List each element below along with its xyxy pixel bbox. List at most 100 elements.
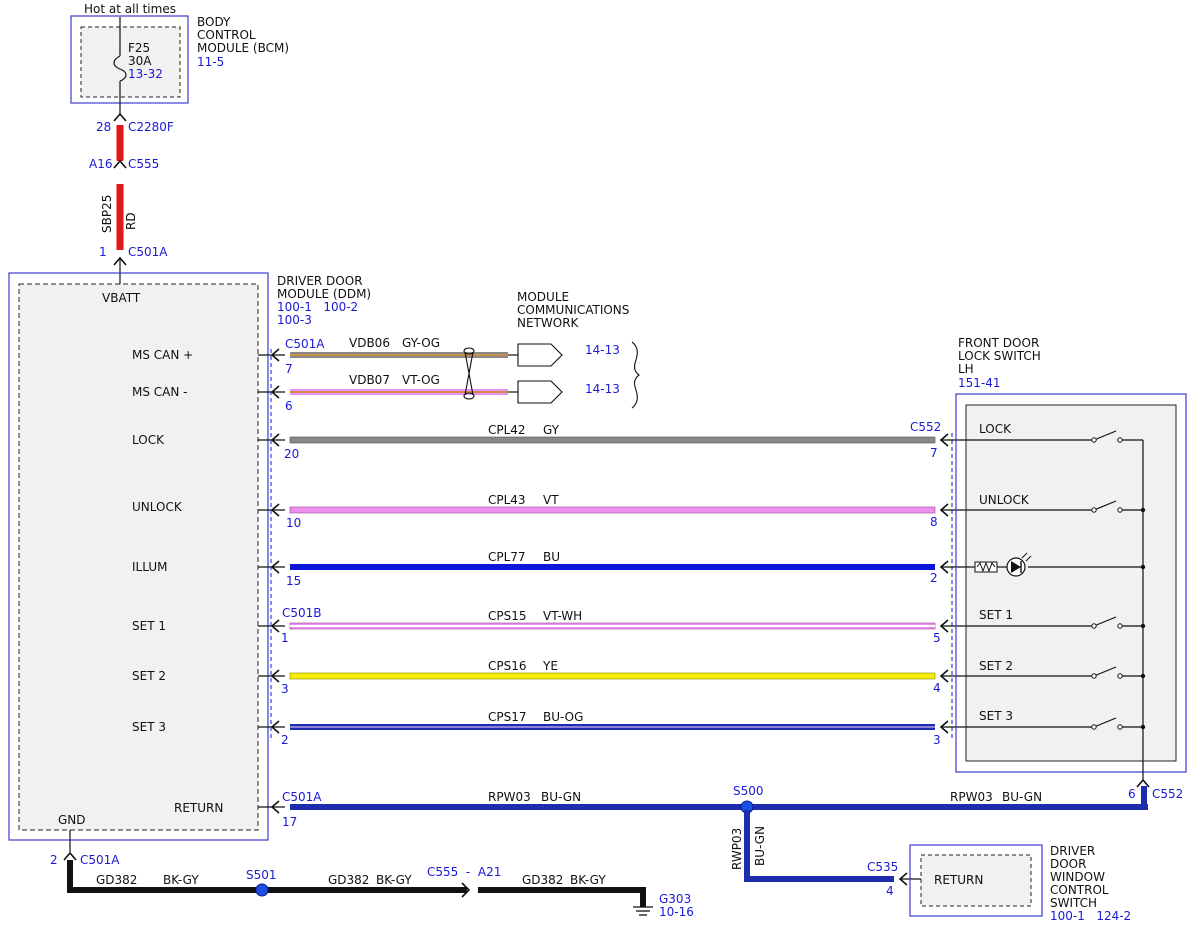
window-switch-return-label: RETURN — [934, 873, 983, 887]
mcn-title-line-2: COMMUNICATIONS — [517, 303, 629, 317]
c555-pin: A16 — [89, 157, 112, 171]
ddm-signal-ms-can-plus: MS CAN + — [132, 348, 193, 362]
set2-c552-pin: 4 — [933, 681, 941, 695]
ddm-title-line-2: MODULE (DDM) — [277, 287, 371, 301]
ground-c501a-connector[interactable]: C501A — [80, 853, 120, 867]
ground-pin: 2 — [50, 853, 58, 867]
c501a-can-connector-name[interactable]: C501A — [285, 337, 325, 351]
c501a-top-name[interactable]: C501A — [128, 245, 168, 259]
ddm-connector-pins — [270, 348, 280, 814]
bcm-ref-link[interactable]: 11-5 — [197, 55, 224, 69]
rpw03-left-color: BU-GN — [541, 790, 581, 804]
return-c501a-connector[interactable]: C501A — [282, 790, 322, 804]
switch-label-set-2: SET 2 — [979, 659, 1013, 673]
wire-cpl43-vt — [289, 506, 936, 514]
lock-ddm-pin: 20 — [284, 447, 299, 461]
fuse-rating: 30A — [128, 54, 152, 68]
ddm-signal-ms-can-minus: MS CAN - — [132, 385, 188, 399]
ground-c501a-chevron — [63, 851, 77, 861]
gd382-seg3-color: BK-GY — [570, 873, 606, 887]
switch-label-set-3: SET 3 — [979, 709, 1013, 723]
rwp03-drop-color: BU-GN — [753, 826, 767, 866]
wire-cpl42-gy — [289, 436, 936, 444]
gd382-seg1-circuit: GD382 — [96, 873, 137, 887]
window-switch-title-line-5: SWITCH — [1050, 896, 1097, 910]
set1-c552-pin: 5 — [933, 631, 941, 645]
s500-label[interactable]: S500 — [733, 784, 764, 798]
ddm-module: VBATT GND DRIVER DOOR MODULE (DDM) 100-1… — [8, 272, 371, 841]
cpl43-color: VT — [543, 493, 559, 507]
vdb06-color: GY-OG — [402, 336, 440, 350]
bcm-feed-section: Hot at all times F25 30A 13-32 BODY CONT… — [70, 2, 289, 284]
bcm-title-line-3: MODULE (BCM) — [197, 41, 289, 55]
hot-at-all-times-label: Hot at all times — [84, 2, 176, 16]
sbp25-circuit-label: SBP25 — [100, 195, 114, 233]
window-switch-title-line-4: CONTROL — [1050, 883, 1109, 897]
ddm-refs-line-2[interactable]: 100-3 — [277, 313, 312, 327]
c2280f-name[interactable]: C2280F — [128, 120, 174, 134]
ddm-refs-line-1[interactable]: 100-1 100-2 — [277, 300, 358, 314]
cps15-circuit: CPS15 — [488, 609, 527, 623]
s501-label[interactable]: S501 — [246, 868, 277, 882]
switch-label-unlock: UNLOCK — [979, 493, 1030, 507]
fuse-name: F25 — [128, 41, 150, 55]
c555-name[interactable]: C555 — [128, 157, 159, 171]
cpl77-color: BU — [543, 550, 560, 564]
return-c552-pin: 6 — [1128, 787, 1136, 801]
ms-can-minus-pin: 6 — [285, 399, 293, 413]
window-switch-refs-link[interactable]: 100-1 124-2 — [1050, 909, 1131, 923]
c552-connector-name[interactable]: C552 — [910, 420, 941, 434]
cpl43-circuit: CPL43 — [488, 493, 526, 507]
rpw03-left-circuit: RPW03 — [488, 790, 531, 804]
g303-label[interactable]: G303 — [659, 892, 691, 906]
ddm-vbatt-label: VBATT — [102, 291, 141, 305]
c552-connector-pins — [939, 433, 949, 734]
ddm-gnd-label: GND — [58, 813, 86, 827]
unlock-ddm-pin: 10 — [286, 516, 301, 530]
ddm-inner-box — [18, 283, 259, 831]
cps15-color: VT-WH — [543, 609, 582, 623]
return-c552-connector[interactable]: C552 — [1152, 787, 1183, 801]
c2280f-connector-symbol — [113, 112, 127, 122]
ground-section: 2 C501A C555 - A21 S501 GD382 BK-GY GD38… — [50, 830, 694, 919]
fuse-ref-link[interactable]: 13-32 — [128, 67, 163, 81]
g303-ref-link[interactable]: 10-16 — [659, 905, 694, 919]
lock-switch-title-line-2: LOCK SWITCH — [958, 349, 1041, 363]
ms-can-minus-ref-link[interactable]: 14-13 — [585, 382, 620, 396]
ddm-signal-illum: ILLUM — [132, 560, 167, 574]
mcn-arrow-plus — [517, 343, 563, 367]
cps17-color: BU-OG — [543, 710, 583, 724]
c535-connector[interactable]: C535 — [867, 860, 898, 874]
return-c552-chevron — [1136, 778, 1150, 788]
vdb07-color: VT-OG — [402, 373, 440, 387]
cps16-color: YE — [542, 659, 558, 673]
lock-switch-title-line-3: LH — [958, 362, 974, 376]
gd382-seg2-color: BK-GY — [376, 873, 412, 887]
ddm-signal-set-1: SET 1 — [132, 619, 166, 633]
c501b-connector-name[interactable]: C501B — [282, 606, 322, 620]
illum-c552-pin: 2 — [930, 571, 938, 585]
front-door-lock-switch: FRONT DOOR LOCK SWITCH LH 151-41 LOCK UN… — [955, 336, 1187, 780]
unlock-c552-pin: 8 — [930, 515, 938, 529]
ddm-signal-unlock: UNLOCK — [132, 500, 183, 514]
lock-switch-inner-box — [965, 404, 1177, 762]
ms-can-plus-ref-link[interactable]: 14-13 — [585, 343, 620, 357]
c555-a21-connector[interactable]: C555 - A21 — [427, 865, 501, 879]
rpw03-right-color: BU-GN — [1002, 790, 1042, 804]
vdb07-circuit: VDB07 — [349, 373, 390, 387]
mcn-brace — [631, 341, 640, 409]
wire-cps16-ye — [289, 672, 936, 680]
rwp03-drop-circuit: RWP03 — [730, 828, 744, 870]
cps17-circuit: CPS17 — [488, 710, 527, 724]
wire-rwp03-drop — [744, 810, 750, 882]
return-line-section: C501A 17 6 C552 RPW03 BU-GN RPW03 BU-GN … — [282, 778, 1183, 882]
ddm-signal-set-3: SET 3 — [132, 720, 166, 734]
cpl42-color: GY — [543, 423, 560, 437]
ddm-signal-return: RETURN — [174, 801, 223, 815]
window-switch-title-line-2: DOOR — [1050, 857, 1086, 871]
gd382-seg2-circuit: GD382 — [328, 873, 369, 887]
cpl77-circuit: CPL77 — [488, 550, 526, 564]
switch-label-lock: LOCK — [979, 422, 1012, 436]
ddm-signal-set-2: SET 2 — [132, 669, 166, 683]
lock-switch-ref-link[interactable]: 151-41 — [958, 376, 1001, 390]
